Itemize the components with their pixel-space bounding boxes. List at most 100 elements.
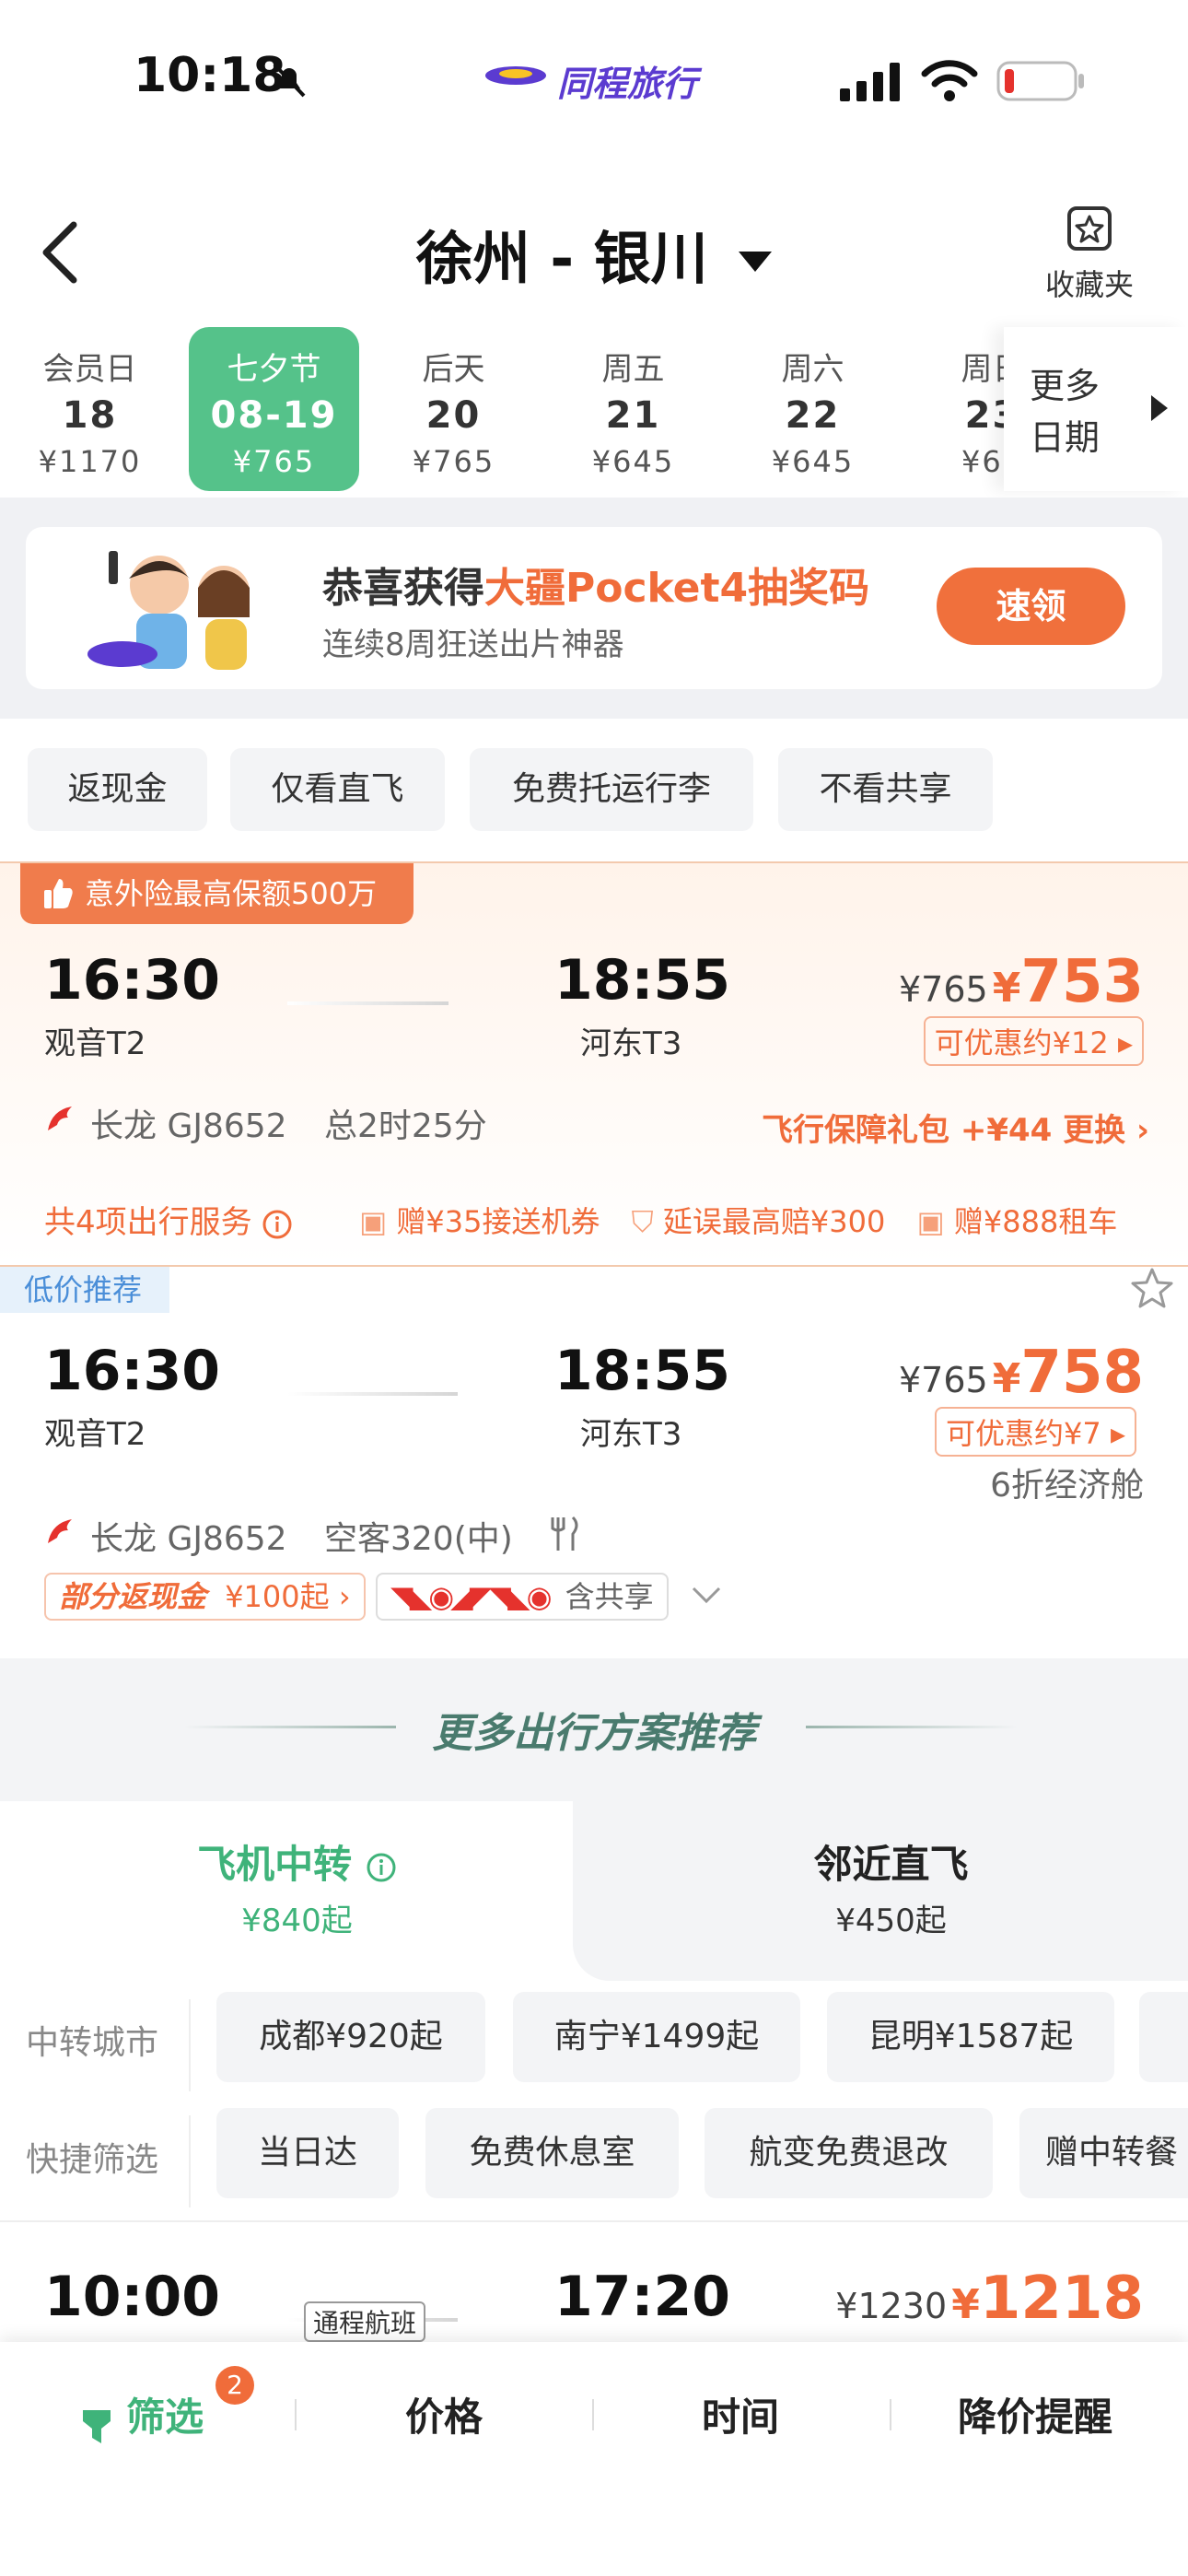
- meal-icon: [551, 1516, 578, 1551]
- quick-filter-chip[interactable]: 赠中转餐: [1019, 2108, 1188, 2198]
- transfer-city-chip[interactable]: 成都¥920起: [216, 1992, 485, 2082]
- divider: [189, 2115, 191, 2207]
- filter-button[interactable]: 筛选 2: [81, 2366, 254, 2445]
- divider: [890, 2399, 891, 2430]
- quick-filter-chip[interactable]: 免费休息室: [425, 2108, 679, 2198]
- favorites-star-icon: [1067, 206, 1112, 251]
- duration: 总2时25分: [324, 1107, 487, 1145]
- favorites-button[interactable]: 收藏夹: [1039, 205, 1140, 304]
- coupon-icon: ▣: [359, 1204, 388, 1239]
- filter-chip-cashback[interactable]: 返现金: [28, 748, 207, 831]
- more-options-title: 更多出行方案推荐: [432, 1710, 756, 1757]
- flight-card[interactable]: 意外险最高保额500万 16:30 观音T2 18:55 河东T3 ¥765 ¥…: [0, 861, 1188, 1267]
- departure-time: 10:00: [44, 2265, 220, 2329]
- aircraft-type: 空客320(中): [324, 1520, 513, 1558]
- coupon-icon: ▣: [916, 1204, 945, 1239]
- departure-time: 16:30: [44, 1339, 220, 1403]
- package-upgrade[interactable]: 飞行保障礼包 +¥44 更换 ›: [762, 1105, 1149, 1150]
- promo-title: 恭喜获得大疆Pocket4抽奖码: [322, 565, 870, 612]
- price: 758: [1020, 1339, 1144, 1407]
- brand-name: 同程旅行: [557, 64, 698, 104]
- cashback-badge[interactable]: 部分返现金 ¥100起 ›: [44, 1573, 366, 1621]
- battery-low-icon: [996, 61, 1084, 101]
- wifi-icon: [921, 60, 978, 101]
- bottom-toolbar: 筛选 2 价格 时间 降价提醒: [0, 2342, 1188, 2576]
- codeshare-badge[interactable]: ◥◣◉◢◤◥◣◉ 含共享: [376, 1573, 669, 1621]
- shield-icon: ⛉: [631, 1204, 654, 1239]
- divider: [592, 2399, 594, 2430]
- price-alert-button[interactable]: 降价提醒: [958, 2386, 1112, 2442]
- bell-muted-icon: [273, 63, 306, 98]
- brand-logo-icon: [485, 66, 546, 85]
- quick-filter-chip[interactable]: 当日达: [216, 2108, 399, 2198]
- triangle-right-icon: [1151, 395, 1168, 421]
- sort-time-button[interactable]: 时间: [702, 2386, 779, 2442]
- signal-icon: [840, 63, 900, 101]
- flight-line: [287, 1392, 458, 1396]
- departure-time: 16:30: [44, 948, 220, 1013]
- services-count[interactable]: 共4项出行服务: [44, 1197, 293, 1242]
- tab-nearby-direct[interactable]: 邻近直飞 ¥450起: [594, 1833, 1188, 1940]
- discount-badge[interactable]: 可优惠约¥7 ▸: [935, 1407, 1136, 1457]
- filter-chip-direct[interactable]: 仅看直飞: [230, 748, 445, 831]
- info-icon: [262, 1210, 292, 1238]
- discount-badge[interactable]: 可优惠约¥12 ▸: [923, 1016, 1144, 1066]
- status-bar: 10:18 同程旅行: [0, 0, 1188, 166]
- via-tag: 通程航班: [304, 2301, 426, 2342]
- transfer-cities-label: 中转城市: [26, 2024, 159, 2062]
- low-price-tag: 低价推荐: [0, 1267, 170, 1313]
- airline-flight-no: 长龙 GJ8652: [90, 1520, 287, 1558]
- promo-banner[interactable]: 恭喜获得大疆Pocket4抽奖码 连续8周狂送出片神器 速领: [26, 527, 1162, 689]
- arrival-airport: 河东T3: [580, 1025, 682, 1062]
- airline-logos-icon: ◥◣◉◢◤◥◣◉: [390, 1579, 552, 1614]
- sort-price-button[interactable]: 价格: [405, 2386, 483, 2442]
- status-time: 10:18: [134, 48, 286, 103]
- chevron-down-icon[interactable]: [691, 1586, 722, 1606]
- divider: [295, 2399, 297, 2430]
- arrival-time: 17:20: [554, 2265, 730, 2329]
- airline-flight-no: 长龙 GJ8652: [90, 1107, 287, 1145]
- promo-illustration: [87, 551, 250, 670]
- flight-line: [287, 1001, 448, 1005]
- flight-card[interactable]: 低价推荐 16:30 观音T2 18:55 河东T3 ¥765 ¥758 可优惠…: [0, 1267, 1188, 1658]
- price-block: ¥765 ¥753: [898, 948, 1144, 1016]
- divider: [189, 1999, 191, 2091]
- star-outline-icon[interactable]: [1129, 1267, 1175, 1311]
- divider: [806, 1726, 1018, 1728]
- date-item[interactable]: 周六 22 ¥645: [728, 327, 898, 491]
- transfer-city-chip[interactable]: 昆明¥1587起: [827, 1992, 1114, 2082]
- cabin-class: 6折经济舱: [990, 1467, 1144, 1505]
- arrival-airport: 河东T3: [580, 1416, 682, 1453]
- tab-transfer[interactable]: 飞机中转 ¥840起: [0, 1833, 594, 1940]
- date-item[interactable]: 后天 20 ¥765: [368, 327, 539, 491]
- transfer-city-chip[interactable]: 南宁¥1499起: [513, 1992, 800, 2082]
- price: 1218: [979, 2265, 1144, 2333]
- insurance-tag: 意外险最高保额500万: [20, 863, 414, 924]
- filter-chip-no-share[interactable]: 不看共享: [778, 748, 993, 831]
- favorites-label: 收藏夹: [1044, 267, 1134, 302]
- date-item-selected[interactable]: 七夕节 08-19 ¥765: [189, 327, 359, 491]
- price-block: ¥765 ¥758: [898, 1339, 1144, 1407]
- info-icon: [367, 1853, 396, 1881]
- more-dates-button[interactable]: 更多 日期: [1004, 327, 1188, 491]
- thumb-icon: [44, 879, 73, 908]
- quick-filter-chip[interactable]: 航变免费退改: [705, 2108, 993, 2198]
- filter-chips: 返现金 仅看直飞 免费托运行李 不看共享: [0, 719, 1188, 861]
- filter-count-badge: 2: [215, 2366, 254, 2405]
- claim-button[interactable]: 速领: [937, 568, 1125, 645]
- filter-chip-free-luggage[interactable]: 免费托运行李: [470, 748, 753, 831]
- date-item[interactable]: 周五 21 ¥645: [548, 327, 718, 491]
- price-block: ¥1230 ¥1218: [835, 2265, 1144, 2333]
- arrival-time: 18:55: [554, 1339, 730, 1403]
- departure-airport: 观音T2: [44, 1025, 146, 1062]
- departure-airport: 观音T2: [44, 1416, 146, 1453]
- date-item[interactable]: 会员日 18 ¥1170: [5, 327, 175, 491]
- flight-card[interactable]: 10:00 通程航班 17:20 ¥1230 ¥1218: [0, 2222, 1188, 2342]
- route-title[interactable]: 徐州 - 银川: [0, 212, 1188, 295]
- transfer-city-chip-partial[interactable]: [1139, 1992, 1188, 2082]
- services-list: ▣ 赠¥35接送机券 ⛉ 延误最高赔¥300 ▣ 赠¥888租车: [359, 1204, 1118, 1239]
- airline-logo-icon: [48, 1519, 72, 1543]
- airline-logo-icon: [48, 1107, 72, 1130]
- filter-icon: [83, 2409, 111, 2443]
- quick-filter-label: 快捷筛选: [26, 2141, 159, 2179]
